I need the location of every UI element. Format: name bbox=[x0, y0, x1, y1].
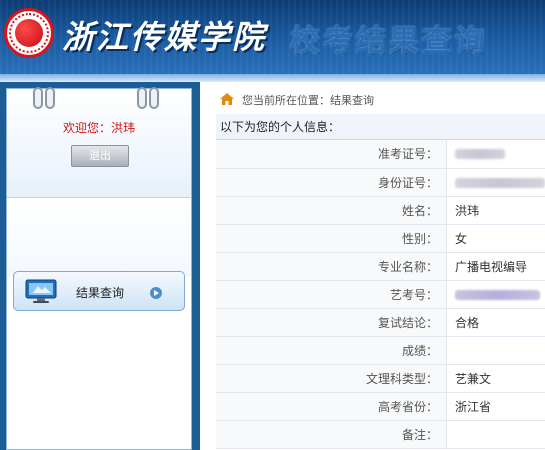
emblem-center bbox=[15, 19, 43, 47]
monitor-icon bbox=[25, 279, 57, 303]
row-label: 姓名： bbox=[216, 196, 447, 225]
binder-clip-icon bbox=[137, 87, 147, 109]
row-label: 身份证号： bbox=[216, 168, 447, 197]
sidebar-panel: 欢迎您：洪玮 退出 结果查询 bbox=[6, 87, 192, 450]
binder-clip-icon bbox=[45, 87, 55, 109]
row-label: 复试结论： bbox=[216, 308, 447, 337]
table-row: 艺考号： bbox=[216, 280, 545, 309]
row-value: 浙江省 bbox=[446, 392, 545, 421]
table-row: 身份证号： bbox=[216, 168, 545, 197]
row-value bbox=[446, 336, 545, 365]
breadcrumb-text: 您当前所在位置：结果查询 bbox=[242, 94, 374, 107]
site-header: 浙江传媒学院 校考结果查询 bbox=[0, 0, 545, 82]
school-emblem-icon bbox=[4, 8, 54, 58]
table-row: 成绩： bbox=[216, 336, 545, 365]
row-label: 艺考号： bbox=[216, 280, 447, 309]
welcome-label: 欢迎您： bbox=[62, 121, 111, 135]
redacted-id-number bbox=[455, 177, 545, 188]
table-row: 文理科类型： 艺兼文 bbox=[216, 364, 545, 393]
site-title: 校考结果查询 bbox=[290, 24, 488, 59]
row-value: 艺兼文 bbox=[446, 364, 545, 393]
row-label: 准考证号： bbox=[216, 140, 447, 169]
row-label: 性别： bbox=[216, 224, 447, 253]
header-stripe bbox=[0, 74, 545, 82]
nav-result-label: 结果查询 bbox=[76, 286, 125, 300]
row-value: 广播电视编导 bbox=[446, 252, 545, 281]
table-row: 性别： 女 bbox=[216, 224, 545, 253]
welcome-message: 欢迎您：洪玮 bbox=[7, 119, 191, 136]
user-card: 欢迎您：洪玮 退出 bbox=[7, 87, 191, 197]
row-value bbox=[446, 420, 545, 449]
table-row: 备注： bbox=[216, 420, 545, 449]
row-label: 高考省份： bbox=[216, 392, 447, 421]
row-value bbox=[446, 140, 545, 169]
row-label: 备注： bbox=[216, 420, 447, 449]
table-row: 姓名： 洪玮 bbox=[216, 196, 545, 225]
row-label: 成绩： bbox=[216, 336, 447, 365]
table-row: 复试结论： 合格 bbox=[216, 308, 545, 337]
table-row: 专业名称： 广播电视编导 bbox=[216, 252, 545, 281]
row-value: 合格 bbox=[446, 308, 545, 337]
redacted-art-exam-number bbox=[455, 289, 540, 300]
row-label: 专业名称： bbox=[216, 252, 447, 281]
binder-clip-icon bbox=[33, 87, 43, 109]
row-value bbox=[446, 168, 545, 197]
binder-clip-icon bbox=[149, 87, 159, 109]
row-value: 洪玮 bbox=[446, 196, 545, 225]
personal-info-table: 准考证号： 身份证号： 姓名： 洪玮 性别： 女 专业名称： 广播电视编导 艺考… bbox=[216, 140, 545, 449]
row-value: 女 bbox=[446, 224, 545, 253]
sidebar-spacer bbox=[7, 197, 191, 277]
sidebar: 欢迎您：洪玮 退出 结果查询 bbox=[0, 82, 200, 450]
user-name: 洪玮 bbox=[111, 121, 136, 135]
home-icon bbox=[220, 93, 234, 105]
school-name: 浙江传媒学院 bbox=[62, 18, 267, 56]
section-title: 以下为您的个人信息： bbox=[216, 114, 545, 140]
main-content: 您当前所在位置：结果查询 以下为您的个人信息： 准考证号： 身份证号： 姓名： … bbox=[200, 82, 545, 450]
table-row: 高考省份： 浙江省 bbox=[216, 392, 545, 421]
arrow-right-icon bbox=[150, 287, 162, 299]
row-label: 文理科类型： bbox=[216, 364, 447, 393]
table-row: 准考证号： bbox=[216, 140, 545, 169]
redacted-admission-number bbox=[455, 149, 505, 160]
nav-result-query[interactable]: 结果查询 bbox=[13, 271, 185, 311]
row-value bbox=[446, 280, 545, 309]
logout-button[interactable]: 退出 bbox=[71, 145, 129, 167]
